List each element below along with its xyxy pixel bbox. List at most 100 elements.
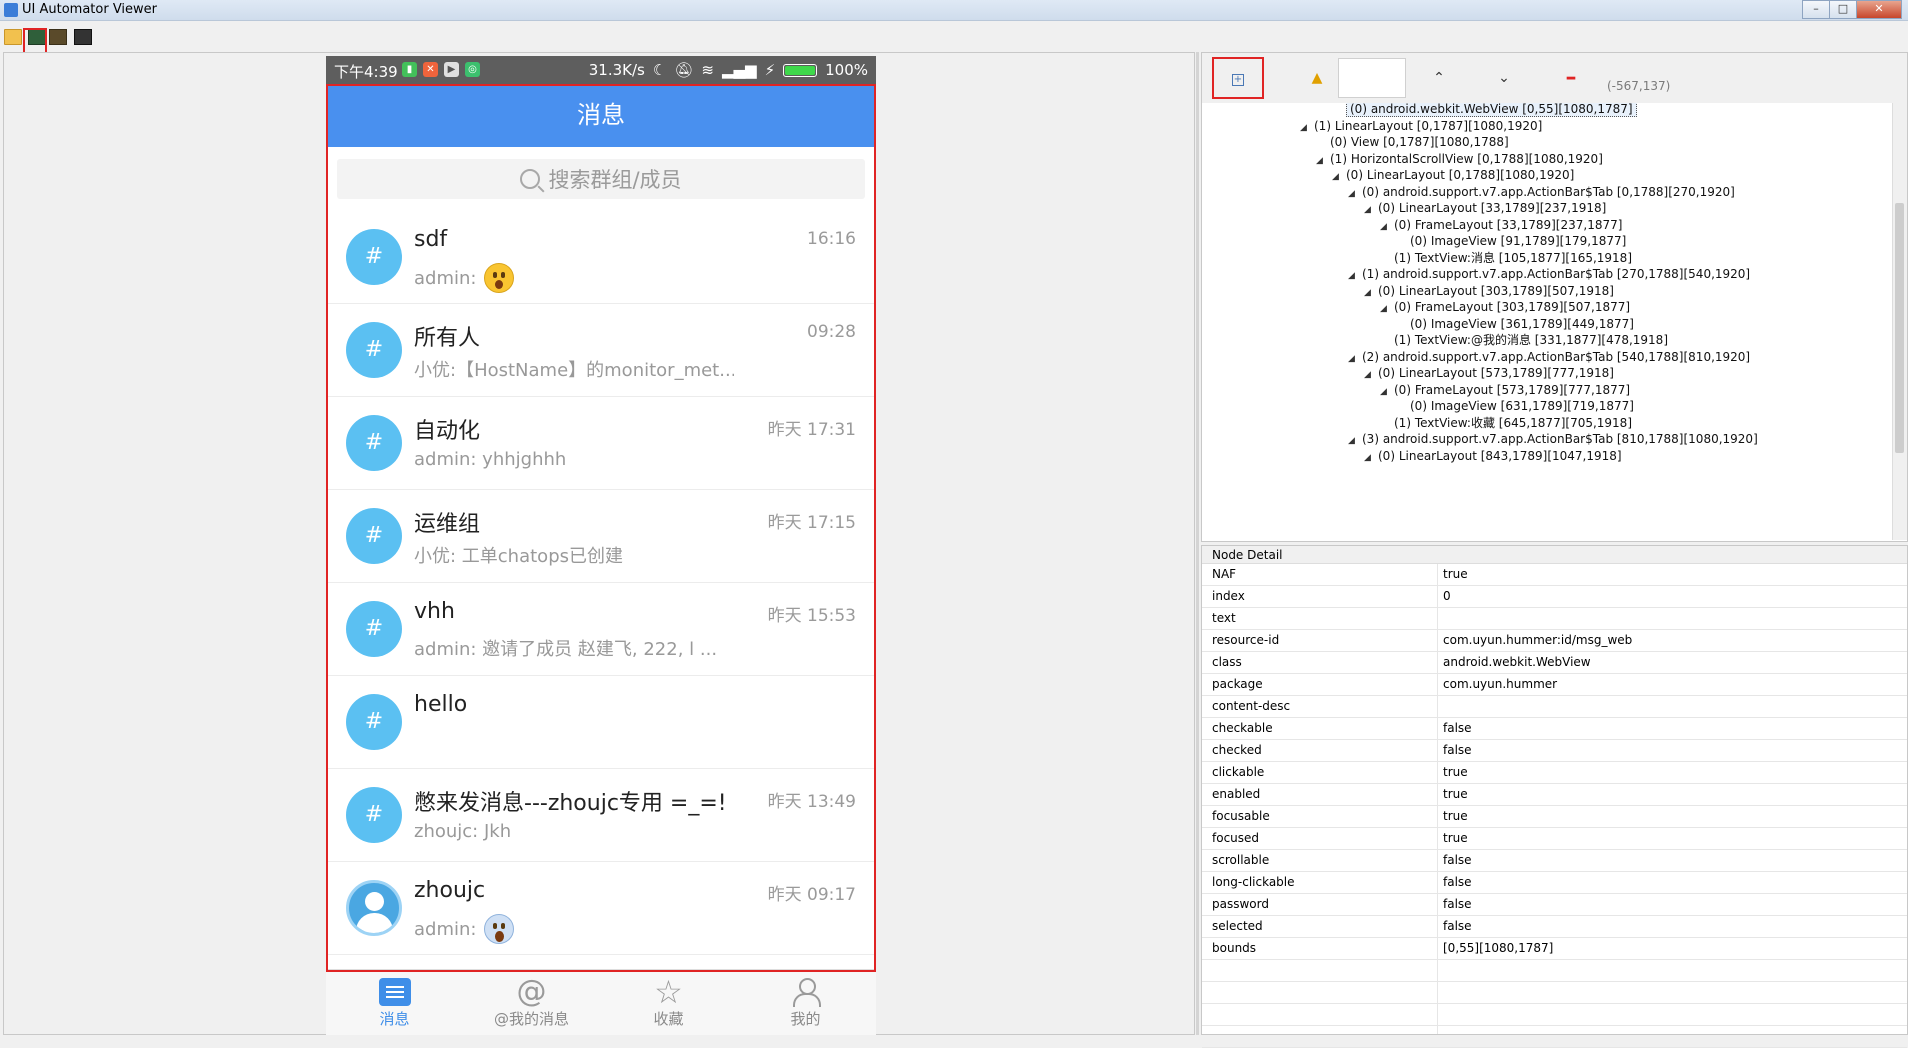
detail-row-empty	[1202, 960, 1907, 982]
tree-scrollbar[interactable]	[1892, 103, 1907, 540]
node-detail-title: Node Detail	[1202, 546, 1907, 564]
device-screenshot[interactable]: 下午4:39 ▮ ✕ ▶ ◎ 31.3K/s ☾ 🔕︎ ≋ ▂▄▆ ⚡ 100%…	[326, 56, 876, 1035]
save-icon[interactable]	[74, 29, 92, 45]
conversation-item[interactable]: # 憋来发消息---zhoujc专用 =_=! zhoujc: Jkh 昨天 13:4…	[326, 769, 876, 862]
detail-row-empty	[1202, 1026, 1907, 1048]
conversation-time: 昨天 17:31	[767, 420, 856, 440]
warning-icon[interactable]: ▲	[1294, 57, 1340, 99]
expand-triangle-icon[interactable]: ◢	[1364, 365, 1378, 385]
remove-icon[interactable]: –	[1548, 57, 1594, 99]
search-bar: 搜索群组/成员	[326, 147, 876, 211]
search-icon	[520, 169, 541, 189]
open-folder-icon[interactable]	[4, 29, 22, 45]
conversation-item[interactable]: # hello	[326, 676, 876, 769]
conversation-item[interactable]: # 自动化 admin: yhhjghhh 昨天 17:31	[326, 397, 876, 490]
scrollbar-thumb[interactable]	[1895, 203, 1904, 453]
expand-triangle-icon[interactable]: ◢	[1364, 283, 1378, 303]
preview-text: zhoujc: Jkh	[414, 821, 512, 842]
expand-all-button[interactable]: +	[1212, 57, 1264, 99]
search-input[interactable]: 搜索群组/成员	[337, 159, 865, 199]
detail-row: long-clickable false	[1202, 872, 1907, 894]
tree-node-label: (0) LinearLayout [303,1789][507,1918]	[1378, 283, 1614, 298]
group-avatar: #	[346, 787, 402, 843]
detail-key: long-clickable	[1212, 875, 1295, 889]
chevron-down-icon[interactable]: ⌄	[1481, 57, 1527, 99]
detail-key: bounds	[1212, 941, 1257, 955]
expand-triangle-icon[interactable]: ◢	[1364, 200, 1378, 220]
conversation-item[interactable]: # 运维组 小优: 工单chatops已创建 昨天 17:15	[326, 490, 876, 583]
chevron-up-icon[interactable]: ⌃	[1416, 57, 1462, 99]
detail-row-empty	[1202, 1004, 1907, 1026]
detail-key: checked	[1212, 743, 1262, 757]
notification-icon: ◎	[465, 62, 480, 77]
preview-text: admin:	[414, 267, 477, 289]
expand-triangle-icon[interactable]: ◢	[1316, 151, 1330, 171]
user-avatar	[346, 880, 402, 936]
conversation-time: 09:28	[807, 322, 856, 342]
tab-at[interactable]: @ @我的消息	[463, 970, 600, 1035]
avatar-head	[365, 892, 384, 911]
tree-node[interactable]: ◢ (0) LinearLayout [843,1789][1047,1918]	[1364, 446, 1622, 466]
detail-row: resource-id com.uyun.hummer:id/msg_web	[1202, 630, 1907, 652]
charging-icon: ⚡	[764, 61, 776, 79]
tree-node-label: (0) FrameLayout [303,1789][507,1877]	[1394, 300, 1631, 314]
hierarchy-tree[interactable]: (0) android.webkit.WebView [0,55][1080,1…	[1202, 103, 1892, 540]
conversation-name: zhoujc	[414, 878, 486, 903]
detail-value: com.uyun.hummer	[1443, 677, 1558, 691]
hierarchy-panel: + ▲ ⌃ ⌄ – (-567,137) (0) android.webkit.…	[1201, 52, 1908, 542]
detail-value: true	[1443, 809, 1468, 823]
conversation-list: # sdf admin: 16:16 # 所有人 小优:【HostName】的monitor…	[326, 211, 876, 955]
pane-divider[interactable]	[1196, 52, 1199, 1035]
tree-node-label: (0) LinearLayout [843,1789][1047,1918]	[1378, 448, 1622, 463]
detail-row: checkable false	[1202, 718, 1907, 740]
expand-triangle-icon[interactable]: ◢	[1348, 431, 1362, 451]
detail-value: 0	[1443, 589, 1451, 603]
network-speed: 31.3K/s	[588, 61, 645, 79]
conversation-preview: admin:	[414, 914, 515, 944]
group-avatar: #	[346, 415, 402, 471]
device-screenshot-compressed-icon[interactable]	[49, 29, 67, 45]
tree-node-label: (1) TextView:消息 [105,1877][165,1918]	[1394, 250, 1633, 265]
status-right: 31.3K/s ☾ 🔕︎ ≋ ▂▄▆ ⚡ 100%	[589, 61, 868, 79]
expand-triangle-icon[interactable]: ◢	[1348, 184, 1362, 204]
expand-triangle-icon[interactable]: ◢	[1300, 118, 1314, 138]
expand-triangle-icon[interactable]: ◢	[1380, 299, 1394, 319]
expand-triangle-icon[interactable]: ◢	[1380, 382, 1394, 402]
conversation-item[interactable]: zhoujc admin: 昨天 09:17	[326, 862, 876, 955]
expand-icon: +	[1232, 74, 1244, 86]
detail-key: focused	[1212, 831, 1260, 845]
tree-node-label: (0) LinearLayout [0,1788][1080,1920]	[1346, 168, 1575, 182]
conversation-preview: admin:	[414, 263, 515, 293]
tree-node-label: (3) android.support.v7.app.ActionBar$Tab…	[1362, 432, 1758, 446]
expand-triangle-icon[interactable]: ◢	[1348, 349, 1362, 369]
maximize-button[interactable]: □	[1829, 0, 1857, 19]
conversation-item[interactable]: # vhh admin: 邀请了成员 赵建飞, 222, l ... 昨天 15:53	[326, 583, 876, 676]
detail-value: false	[1443, 897, 1472, 911]
wifi-icon: ≋	[701, 61, 714, 79]
window-controls: – □ ✕	[1802, 0, 1902, 19]
tab-label: 我的	[790, 1010, 821, 1028]
detail-value: false	[1443, 919, 1472, 933]
detail-key: NAF	[1212, 567, 1237, 581]
conversation-item[interactable]: # 所有人 小优:【HostName】的monitor_met... 09:28	[326, 304, 876, 397]
detail-row: checked false	[1202, 740, 1907, 762]
conversation-time: 昨天 13:49	[767, 792, 856, 812]
surprised-emoji	[484, 263, 515, 293]
expand-triangle-icon[interactable]: ◢	[1380, 217, 1394, 237]
minimize-button[interactable]: –	[1802, 0, 1830, 19]
filter-input[interactable]	[1338, 58, 1406, 98]
detail-row-empty	[1202, 982, 1907, 1004]
tab-user[interactable]: 我的	[737, 970, 874, 1035]
detail-row: content-desc	[1202, 696, 1907, 718]
tab-star[interactable]: ☆ 收藏	[600, 970, 737, 1035]
expand-triangle-icon[interactable]: ◢	[1364, 448, 1378, 468]
window-title: UI Automator Viewer	[22, 2, 158, 17]
expand-triangle-icon[interactable]: ◢	[1332, 167, 1346, 187]
expand-triangle-icon[interactable]: ◢	[1348, 266, 1362, 286]
conversation-item[interactable]: # sdf admin: 16:16	[326, 211, 876, 304]
tab-message[interactable]: 消息	[326, 970, 463, 1035]
tree-node-label: (0) ImageView [91,1789][179,1877]	[1410, 234, 1627, 248]
window-title-bar: UI Automator Viewer – □ ✕	[0, 0, 1908, 21]
detail-value: com.uyun.hummer:id/msg_web	[1443, 633, 1633, 647]
close-button[interactable]: ✕	[1856, 0, 1902, 19]
